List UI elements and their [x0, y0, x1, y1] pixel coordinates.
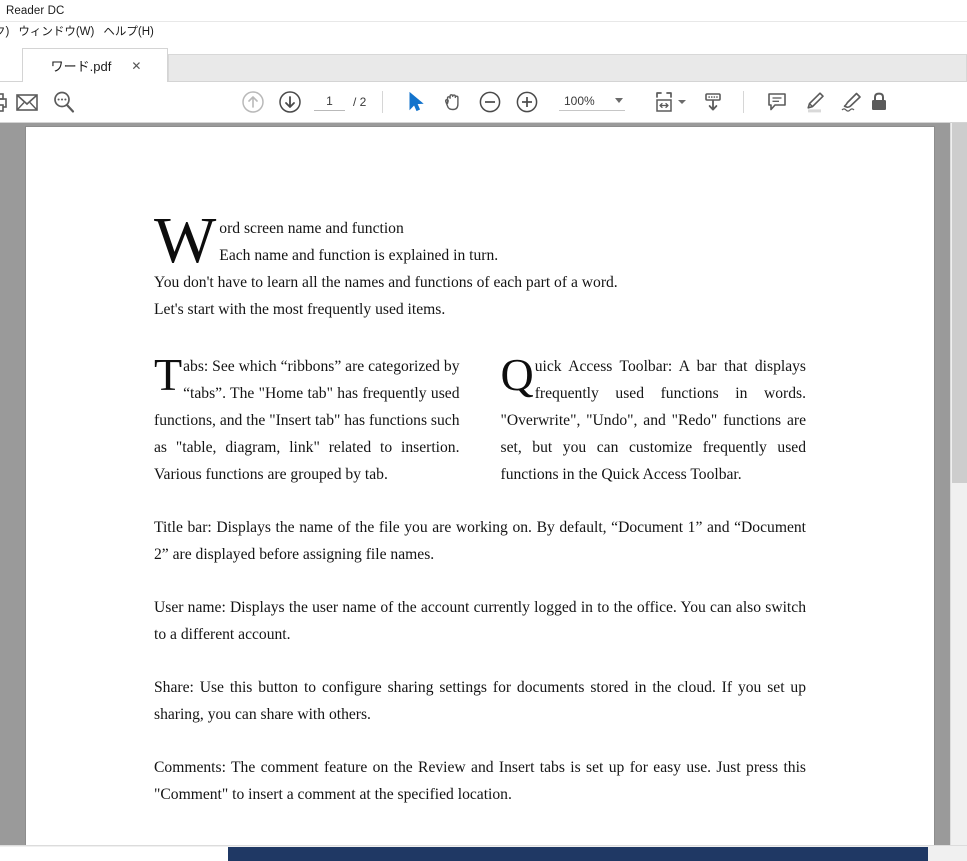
menu-item-help[interactable]: ヘルプ(H) [103, 22, 162, 42]
zoom-out-icon[interactable] [471, 84, 508, 121]
print-icon[interactable] [0, 84, 8, 121]
paragraph-title-bar: Title bar: Displays the name of the file… [154, 519, 806, 563]
tab-strip-empty-area [168, 54, 967, 82]
toolbar-file-group [0, 84, 82, 121]
search-icon[interactable] [45, 84, 82, 121]
toolbar-divider-1 [382, 91, 384, 113]
column-quick-access-toolbar: Q uick Access Toolbar: A bar that displa… [500, 349, 807, 488]
lead-line-1: ord screen name and function [219, 220, 404, 237]
dropcap-q: Q [500, 349, 534, 400]
tab-word-pdf[interactable]: ワード.pdf ✕ [22, 48, 168, 82]
sign-icon[interactable] [832, 84, 869, 121]
select-tool-icon[interactable] [397, 84, 434, 121]
column-quick-access-text: uick Access Toolbar: A bar that displays… [500, 358, 807, 483]
hand-tool-icon[interactable] [434, 84, 471, 121]
zoom-level-control[interactable]: 100% [559, 93, 626, 111]
scroll-mode-icon[interactable] [694, 84, 731, 121]
highlight-icon[interactable] [795, 84, 832, 121]
fit-page-chevron-down-icon[interactable] [678, 100, 687, 104]
zoom-level-value: 100% [563, 93, 595, 108]
menu-bar: ク) ウィンドウ(W) ヘルプ(H) [0, 22, 967, 42]
next-page-icon[interactable] [271, 84, 308, 121]
horizontal-scrollbar-thumb[interactable] [228, 847, 928, 861]
zoom-in-icon[interactable] [508, 84, 545, 121]
toolbar-divider-2 [743, 91, 745, 113]
lead-line-3: You don't have to learn all the names an… [154, 274, 618, 291]
page-total-label: / 2 [353, 95, 367, 109]
paragraph-share: Share: Use this button to configure shar… [154, 679, 806, 723]
page-number-input[interactable] [314, 93, 345, 111]
email-icon[interactable] [8, 84, 45, 121]
horizontal-scrollbar[interactable] [0, 845, 967, 861]
main-toolbar: / 2 100% [0, 82, 967, 123]
two-column-section: T abs: See which “ribbons” are categoriz… [154, 349, 807, 488]
toolbar-tools-group [397, 84, 545, 121]
menu-item-window[interactable]: ウィンドウ(W) [18, 22, 103, 42]
paragraph-user-name: User name: Displays the user name of the… [154, 599, 806, 643]
chevron-down-icon[interactable] [615, 98, 624, 103]
window-title-bar: Reader DC [0, 0, 967, 22]
tab-strip: ワード.pdf ✕ [0, 42, 967, 82]
window-title: Reader DC [6, 4, 65, 17]
dropcap-w: W [154, 204, 217, 277]
fit-page-icon[interactable] [645, 84, 682, 121]
paragraph-comments: Comments: The comment feature on the Rev… [154, 759, 806, 803]
tab-label: ワード.pdf [50, 59, 112, 74]
close-icon[interactable]: ✕ [131, 60, 141, 72]
menu-item-clipped[interactable]: ク) [0, 22, 18, 42]
toolbar-page-nav-group: / 2 [234, 84, 366, 121]
lead-line-2: Each name and function is explained in t… [219, 247, 499, 264]
protect-icon[interactable] [869, 84, 889, 121]
comment-icon[interactable] [758, 84, 795, 121]
vertical-scrollbar[interactable] [950, 123, 967, 861]
toolbar-annotation-group [758, 84, 887, 121]
pdf-page-1: W ord screen name and function Each name… [26, 127, 934, 861]
dropcap-t: T [154, 349, 183, 400]
document-viewer[interactable]: W ord screen name and function Each name… [0, 123, 967, 861]
pdf-page-content: W ord screen name and function Each name… [26, 127, 934, 808]
vertical-scrollbar-thumb[interactable] [952, 123, 967, 483]
page-number-box: / 2 [314, 93, 367, 111]
lead-paragraph: W ord screen name and function Each name… [154, 204, 806, 323]
previous-page-icon[interactable] [234, 84, 271, 121]
horizontal-scrollbar-track-left[interactable] [0, 847, 228, 861]
lead-line-4: Let's start with the most frequently use… [154, 301, 446, 318]
toolbar-view-group [645, 84, 731, 121]
column-tabs: T abs: See which “ribbons” are categoriz… [154, 349, 460, 488]
column-tabs-text: abs: See which “ribbons” are categorized… [154, 358, 460, 483]
